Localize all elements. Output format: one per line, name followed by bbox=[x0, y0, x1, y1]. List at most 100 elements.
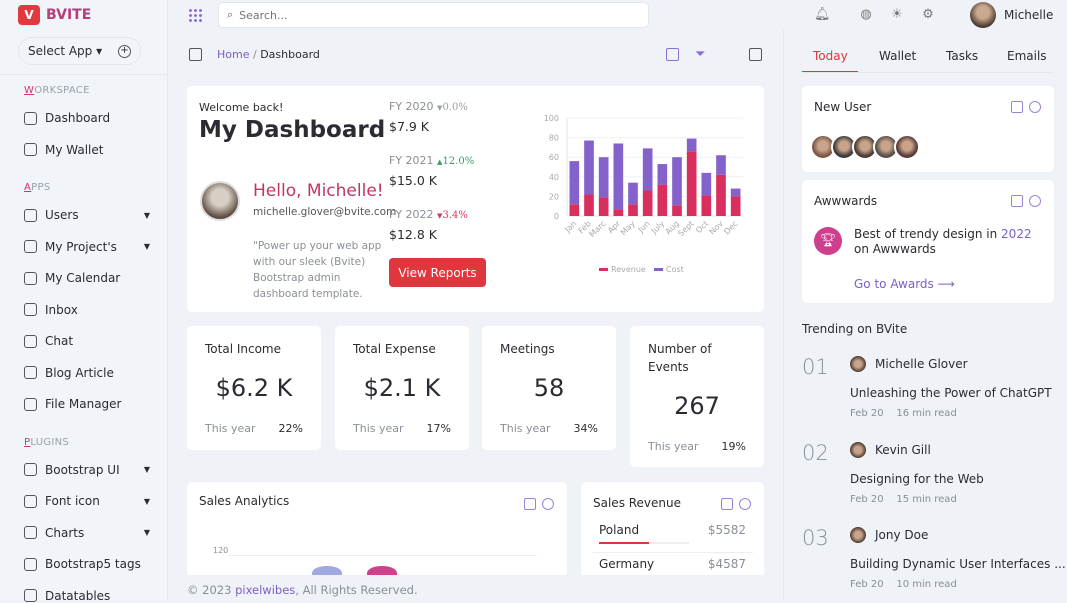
bar-revenue bbox=[628, 204, 638, 216]
font-icon bbox=[24, 494, 37, 508]
filter-icon[interactable]: ⏷ bbox=[695, 47, 705, 62]
sidebar-item-label: Blog Article bbox=[45, 365, 114, 380]
y-tick-label: 20 bbox=[549, 192, 559, 201]
x-tick-label: Marc bbox=[588, 219, 608, 239]
x-tick-label: May bbox=[619, 219, 637, 237]
more-icon[interactable] bbox=[1029, 195, 1041, 207]
sidebar-item-inbox[interactable]: Inbox bbox=[24, 303, 150, 317]
legend-label: Cost bbox=[666, 265, 684, 274]
article-title[interactable]: Unleashing the Power of ChatGPT bbox=[850, 386, 1052, 400]
sidebar-toggle-icon[interactable] bbox=[189, 48, 202, 61]
logo-icon: V bbox=[18, 5, 40, 25]
bar-revenue bbox=[730, 196, 741, 216]
author-avatar bbox=[850, 527, 866, 543]
panel-toggle-icon[interactable] bbox=[749, 48, 762, 61]
bar-cost bbox=[569, 161, 580, 205]
bar-revenue bbox=[686, 151, 697, 216]
author-name[interactable]: Jony Doe bbox=[875, 528, 928, 542]
expand-icon[interactable] bbox=[1011, 101, 1023, 113]
sidebar-item-dashboard[interactable]: Dashboard bbox=[24, 111, 150, 125]
user-name[interactable]: Michelle bbox=[1004, 8, 1053, 22]
stat-title: Total Income bbox=[205, 342, 281, 356]
sidebar-item-my-calendar[interactable]: My Calendar bbox=[24, 271, 150, 285]
caret-down-icon: ▼ bbox=[143, 528, 150, 537]
search-icon: ⌕ bbox=[227, 8, 234, 21]
tab-emails[interactable]: Emails bbox=[1007, 49, 1047, 63]
welcome-card: Welcome back! My Dashboard Hello, Michel… bbox=[187, 86, 764, 312]
gear-icon[interactable]: ⚙ bbox=[921, 8, 935, 22]
trending-number: 02 bbox=[802, 440, 829, 465]
more-icon[interactable] bbox=[739, 498, 751, 510]
new-user-card: New User bbox=[802, 86, 1054, 172]
add-circle-icon[interactable]: + bbox=[118, 44, 131, 58]
bar-revenue bbox=[598, 197, 609, 216]
more-icon[interactable] bbox=[1029, 101, 1041, 113]
user-avatar[interactable] bbox=[970, 2, 996, 28]
stat-percent: 17% bbox=[426, 422, 451, 435]
bar-cost bbox=[584, 140, 594, 195]
sidebar-item-datatables[interactable]: Datatables bbox=[24, 589, 150, 603]
view-reports-button[interactable]: View Reports bbox=[389, 258, 486, 287]
email-text: michelle.glover@bvite.com bbox=[253, 206, 397, 218]
card-title: Awwwards bbox=[814, 194, 878, 208]
card-title: Sales Revenue bbox=[593, 496, 682, 510]
search-input[interactable] bbox=[239, 8, 620, 22]
y-tick: 120 bbox=[213, 546, 229, 555]
sidebar-item-label: My Calendar bbox=[45, 271, 121, 285]
author-avatar bbox=[850, 356, 866, 372]
sidebar-item-file-manager[interactable]: File Manager bbox=[24, 397, 150, 411]
globe-icon[interactable]: ◍ bbox=[859, 8, 873, 22]
stat-card: Number of Events 267 This year 19% bbox=[630, 326, 764, 467]
author-avatar bbox=[850, 441, 866, 458]
article-title[interactable]: Building Dynamic User Interfaces ... bbox=[850, 557, 1066, 571]
add-widget-icon[interactable] bbox=[666, 48, 679, 61]
y-tick-label: 80 bbox=[549, 134, 559, 143]
bell-icon[interactable]: 🔔︎ bbox=[814, 8, 831, 22]
caret-down-icon: ▼ bbox=[143, 496, 150, 506]
sidebar-item-blog-article[interactable]: Blog Article bbox=[24, 366, 150, 380]
breadcrumb-home[interactable]: Home bbox=[217, 48, 249, 61]
card-title: Sales Analytics bbox=[199, 494, 290, 508]
x-tick-label: Nov bbox=[708, 219, 726, 237]
tab-today[interactable]: Today bbox=[813, 49, 848, 63]
tab-wallet[interactable]: Wallet bbox=[879, 49, 916, 63]
sidebar-item-my-wallet[interactable]: My Wallet bbox=[24, 143, 150, 157]
stat-percent: 19% bbox=[721, 440, 746, 453]
expand-icon[interactable] bbox=[721, 498, 733, 510]
sidebar-item-bootstrap5-tags[interactable]: Bootstrap5 tags bbox=[24, 557, 150, 571]
author-name[interactable]: Michelle Glover bbox=[875, 357, 968, 371]
author-name[interactable]: Kevin Gill bbox=[875, 443, 931, 457]
trophy-icon: 🏆︎ bbox=[814, 227, 842, 255]
article-title[interactable]: Designing for the Web bbox=[850, 472, 984, 486]
sidebar-item-label: My Wallet bbox=[45, 142, 104, 157]
footer-link[interactable]: pixelwibes bbox=[235, 583, 295, 597]
legend-swatch bbox=[654, 268, 663, 271]
sidebar-item-font-icon[interactable]: Font icon ▼ bbox=[24, 494, 150, 508]
brand-logo[interactable]: V BVITE bbox=[18, 5, 91, 25]
tab-tasks[interactable]: Tasks bbox=[946, 49, 978, 63]
expand-icon[interactable] bbox=[1011, 195, 1023, 207]
y-tick-label: 40 bbox=[549, 173, 559, 182]
sidebar-item-charts[interactable]: Charts ▼ bbox=[24, 526, 150, 540]
go-to-awards-link[interactable]: Go to Awards ⟶ bbox=[854, 277, 955, 291]
stat-title: Meetings bbox=[500, 342, 555, 356]
select-app-dropdown[interactable]: Select App ▾ + bbox=[18, 37, 141, 65]
stat-value: 267 bbox=[674, 392, 720, 420]
sidebar-item-chat[interactable]: Chat bbox=[24, 334, 150, 348]
search-bar[interactable]: ⌕ bbox=[218, 2, 649, 28]
apps-grid-icon[interactable] bbox=[188, 8, 202, 22]
bar-cost bbox=[716, 155, 726, 175]
sidebar-item-bootstrap-ui[interactable]: Bootstrap UI ▼ bbox=[24, 463, 150, 477]
sun-icon[interactable]: ☀ bbox=[890, 8, 904, 22]
expand-icon[interactable] bbox=[524, 498, 536, 510]
bar-revenue bbox=[701, 195, 712, 216]
award-text: Best of trendy design in 2022 on Awwward… bbox=[854, 227, 1032, 256]
tag-icon bbox=[24, 557, 37, 571]
more-icon[interactable] bbox=[542, 498, 554, 510]
revenue-cost-chart: 020406080100JanFebMarcAprMay JunJulyAugSe… bbox=[544, 114, 743, 274]
bootstrap-icon bbox=[24, 463, 37, 476]
sidebar-item-users[interactable]: Users ▼ bbox=[24, 208, 150, 222]
country-name: Germany bbox=[599, 557, 655, 571]
sidebar-item-my-project-s[interactable]: My Project's ▼ bbox=[24, 240, 150, 254]
avatar[interactable] bbox=[894, 134, 920, 160]
